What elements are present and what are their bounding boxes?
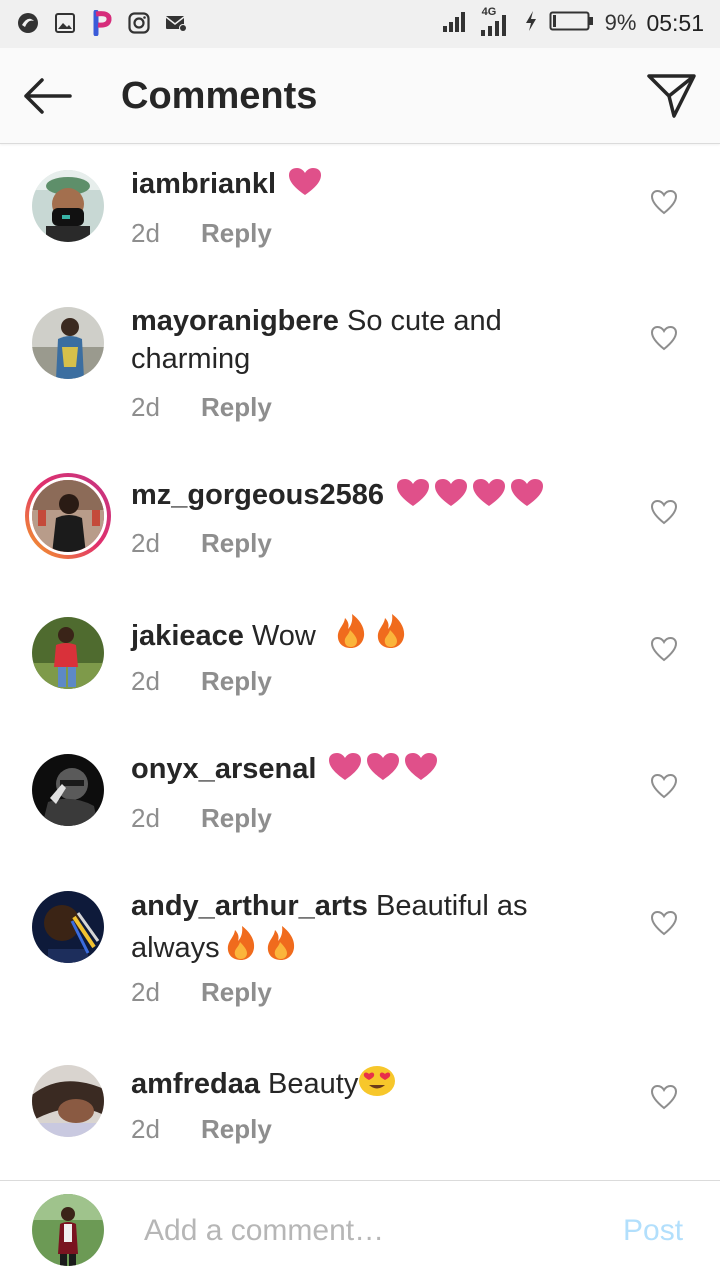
header: Comments [0, 48, 720, 144]
comment-body: jakieace Wow [131, 613, 601, 655]
comment-composer: Post [0, 1180, 720, 1280]
avatar-story-ring[interactable] [25, 473, 111, 559]
heart-emoji-icon [397, 479, 430, 506]
comment-username[interactable]: iambriankl [131, 168, 276, 200]
post-button[interactable]: Post [623, 1214, 683, 1248]
comment-username[interactable]: onyx_arsenal [131, 753, 316, 785]
notification-icons [16, 10, 188, 36]
comment-meta: 2d Reply [131, 977, 272, 1008]
back-button[interactable] [20, 74, 76, 118]
comment-body: andy_arthur_arts Beautiful as always [131, 887, 601, 967]
comment-meta: 2d Reply [131, 803, 272, 834]
network-4g-icon: 4G [479, 6, 513, 38]
like-heart-icon[interactable] [650, 636, 678, 662]
fire-emoji-icon [337, 614, 365, 648]
back-arrow-icon [24, 78, 72, 114]
fire-emoji-icon [377, 614, 405, 648]
comment-age: 2d [131, 803, 160, 833]
heart-emoji-icon [405, 753, 438, 780]
comment-body: onyx_arsenal [131, 750, 601, 788]
reply-button[interactable]: Reply [201, 528, 272, 559]
comment-username[interactable]: mz_gorgeous2586 [131, 479, 384, 511]
comment-meta: 2d Reply [131, 218, 272, 249]
like-heart-icon[interactable] [650, 189, 678, 215]
comment-text: Beauty [268, 1068, 359, 1100]
battery-icon [549, 10, 595, 37]
comment-meta: 2d Reply [131, 392, 272, 423]
heart-emoji-icon [473, 479, 506, 506]
comment-username[interactable]: amfredaa [131, 1068, 260, 1100]
reply-button[interactable]: Reply [201, 977, 272, 1008]
reply-button[interactable]: Reply [201, 1114, 272, 1145]
comment-body: mayoranigbere So cute and charming [131, 302, 601, 378]
fire-emoji-icon [227, 926, 254, 960]
comment-username[interactable]: mayoranigbere [131, 305, 339, 337]
comment-age: 2d [131, 528, 160, 558]
system-status: 4G 9% 05:51 [441, 6, 704, 38]
like-heart-icon[interactable] [650, 499, 678, 525]
avatar [29, 477, 107, 555]
comment-input[interactable] [144, 1211, 594, 1251]
comment-meta: 2d Reply [131, 1114, 272, 1145]
picsart-icon [90, 10, 114, 36]
avatar[interactable] [32, 617, 104, 689]
clock: 05:51 [646, 9, 704, 36]
heart-emoji-icon [329, 753, 362, 780]
like-heart-icon[interactable] [650, 1084, 678, 1110]
comment-age: 2d [131, 392, 160, 422]
reply-button[interactable]: Reply [201, 392, 272, 423]
battery-percent: 9% [604, 10, 637, 35]
like-heart-icon[interactable] [650, 773, 678, 799]
avatar[interactable] [32, 1065, 104, 1137]
comment-meta: 2d Reply [131, 528, 272, 559]
status-bar: 4G 9% 05:51 [0, 0, 720, 48]
like-heart-icon[interactable] [650, 910, 678, 936]
reply-button[interactable]: Reply [201, 803, 272, 834]
comment-age: 2d [131, 218, 160, 248]
instagram-icon [127, 10, 151, 36]
page-title: Comments [121, 75, 318, 117]
charging-icon [523, 9, 539, 38]
comment-body: amfredaa Beauty [131, 1061, 601, 1103]
heart-emoji-icon [367, 753, 400, 780]
share-button[interactable] [644, 70, 700, 122]
comment-meta: 2d Reply [131, 666, 272, 697]
comment-body: iambriankl [131, 165, 601, 203]
comment-age: 2d [131, 977, 160, 1007]
avatar[interactable] [32, 891, 104, 963]
comment-username[interactable]: andy_arthur_arts [131, 890, 368, 922]
current-user-avatar [32, 1194, 104, 1266]
avatar[interactable] [32, 754, 104, 826]
comment-body: mz_gorgeous2586 [131, 476, 601, 514]
comment-age: 2d [131, 666, 160, 696]
avatar[interactable] [32, 307, 104, 379]
comment-age: 2d [131, 1114, 160, 1144]
app-notification-icon [16, 10, 40, 36]
message-icon [164, 10, 188, 36]
direct-share-icon [647, 74, 696, 118]
heart-emoji-icon [435, 479, 468, 506]
comment-text: Wow [251, 620, 316, 652]
heart-emoji-icon [289, 168, 322, 195]
gallery-icon [53, 10, 77, 36]
heart-emoji-icon [511, 479, 544, 506]
fire-emoji-icon [267, 926, 294, 960]
reply-button[interactable]: Reply [201, 666, 272, 697]
like-heart-icon[interactable] [650, 325, 678, 351]
signal-icon [441, 9, 469, 38]
avatar[interactable] [32, 170, 104, 242]
reply-button[interactable]: Reply [201, 218, 272, 249]
heart-eyes-emoji-icon [359, 1066, 396, 1096]
comment-username[interactable]: jakieace [131, 620, 244, 652]
